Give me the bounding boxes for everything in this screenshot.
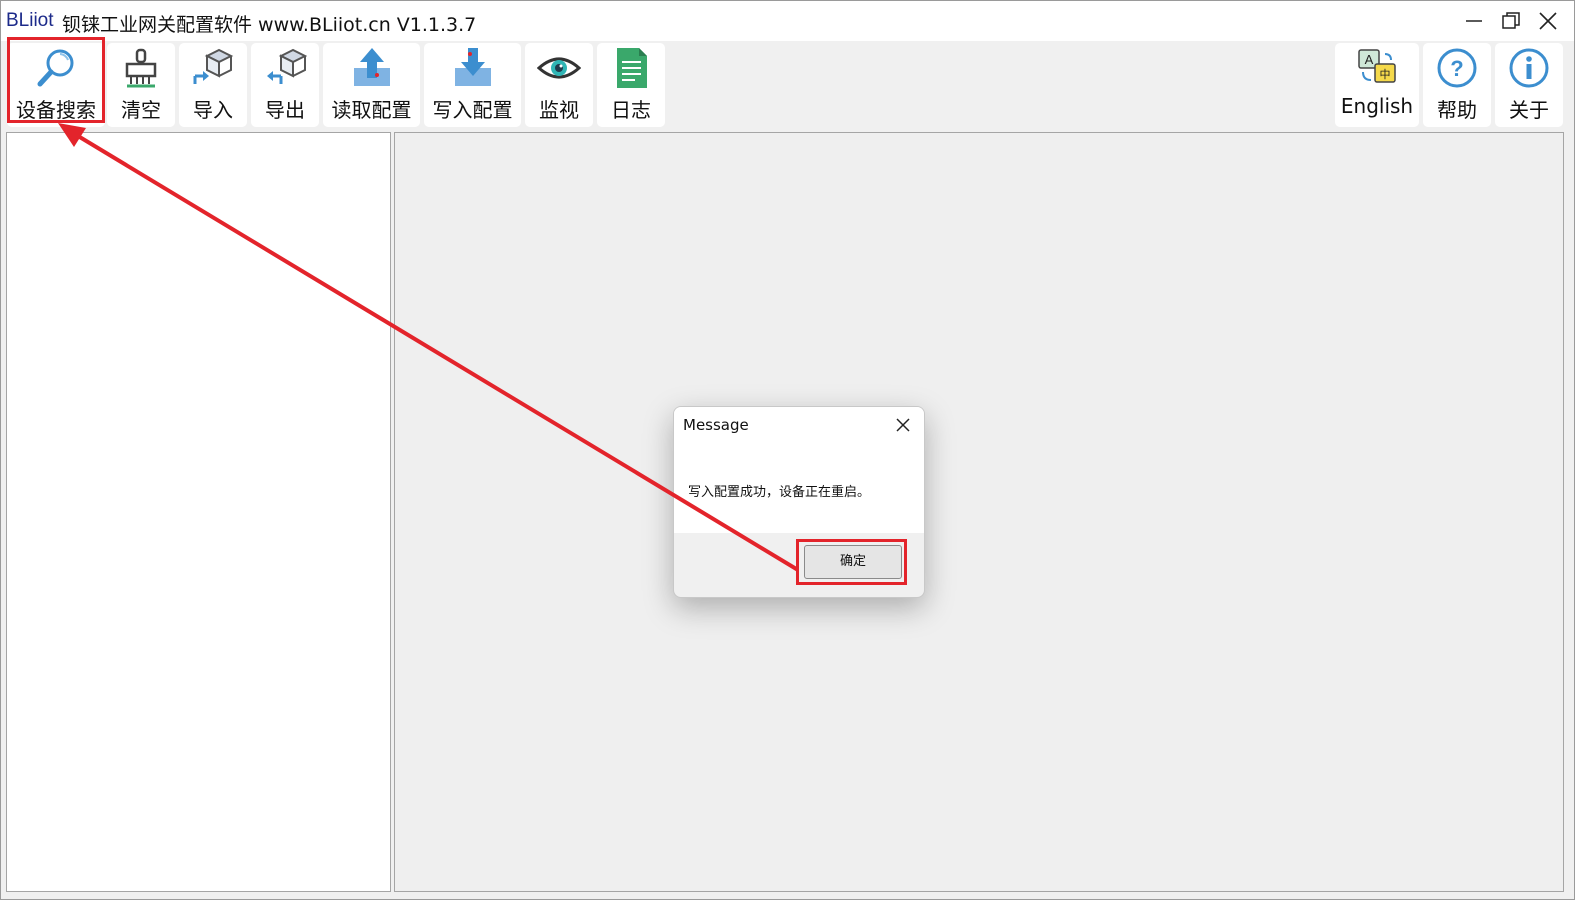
upload-arrow-icon xyxy=(353,48,390,86)
read-config-button[interactable]: 读取配置 xyxy=(323,43,420,127)
help-label: 帮助 xyxy=(1437,98,1477,122)
device-search-button[interactable]: 设备搜索 xyxy=(7,43,105,127)
svg-text:A: A xyxy=(1365,52,1374,67)
export-button[interactable]: 导出 xyxy=(251,43,319,127)
read-config-label: 读取配置 xyxy=(331,98,412,122)
export-label: 导出 xyxy=(265,98,305,122)
close-icon[interactable] xyxy=(1536,9,1560,33)
message-dialog: Message 写入配置成功，设备正在重启。 确定 xyxy=(673,406,925,598)
config-panel xyxy=(394,132,1564,892)
download-arrow-icon xyxy=(454,48,491,86)
device-search-label: 设备搜索 xyxy=(16,98,96,122)
export-box-icon xyxy=(267,48,307,84)
clear-button[interactable]: 清空 xyxy=(107,43,175,127)
monitor-label: 监视 xyxy=(539,98,579,122)
dialog-message: 写入配置成功，设备正在重启。 xyxy=(688,485,871,500)
translate-icon: A 中 xyxy=(1358,49,1396,83)
title-bar: BLiiot 钡铼工业网关配置软件 www.BLiiot.cn V1.1.3.7 xyxy=(1,1,1574,41)
toolbar: 设备搜索 清空 导入 导出 读取配置 写入配置 监视 日志 A 中 Englis… xyxy=(1,41,1574,129)
import-box-icon xyxy=(193,48,234,84)
minimize-icon[interactable] xyxy=(1462,9,1486,33)
window-title: 钡铼工业网关配置软件 www.BLiiot.cn V1.1.3.7 xyxy=(62,14,477,36)
write-config-label: 写入配置 xyxy=(432,98,513,122)
broom-icon xyxy=(125,48,157,88)
monitor-button[interactable]: 监视 xyxy=(525,43,593,127)
help-button[interactable]: ? 帮助 xyxy=(1423,43,1491,127)
app-window: BLiiot 钡铼工业网关配置软件 www.BLiiot.cn V1.1.3.7… xyxy=(0,0,1575,900)
svg-text:?: ? xyxy=(1450,56,1463,81)
log-button[interactable]: 日志 xyxy=(597,43,665,127)
eye-icon xyxy=(537,57,581,79)
import-label: 导入 xyxy=(193,98,233,122)
clear-label: 清空 xyxy=(121,98,161,122)
english-button[interactable]: A 中 English xyxy=(1335,43,1419,127)
import-button[interactable]: 导入 xyxy=(179,43,247,127)
brand-label: BLiiot xyxy=(6,10,54,31)
document-icon xyxy=(617,48,647,88)
about-button[interactable]: 关于 xyxy=(1495,43,1563,127)
svg-text:中: 中 xyxy=(1380,68,1391,81)
device-list-panel[interactable] xyxy=(6,132,391,892)
info-icon xyxy=(1509,48,1549,88)
dialog-title: Message xyxy=(683,416,749,434)
help-icon: ? xyxy=(1437,48,1477,88)
dialog-close-icon[interactable] xyxy=(893,415,913,435)
restore-icon[interactable] xyxy=(1499,9,1523,33)
write-config-button[interactable]: 写入配置 xyxy=(424,43,521,127)
about-label: 关于 xyxy=(1509,98,1549,122)
dialog-ok-button[interactable]: 确定 xyxy=(804,545,902,579)
log-label: 日志 xyxy=(611,98,651,122)
english-label: English xyxy=(1340,94,1414,118)
dialog-body: Message 写入配置成功，设备正在重启。 xyxy=(674,407,924,533)
magnifier-icon xyxy=(37,49,74,87)
